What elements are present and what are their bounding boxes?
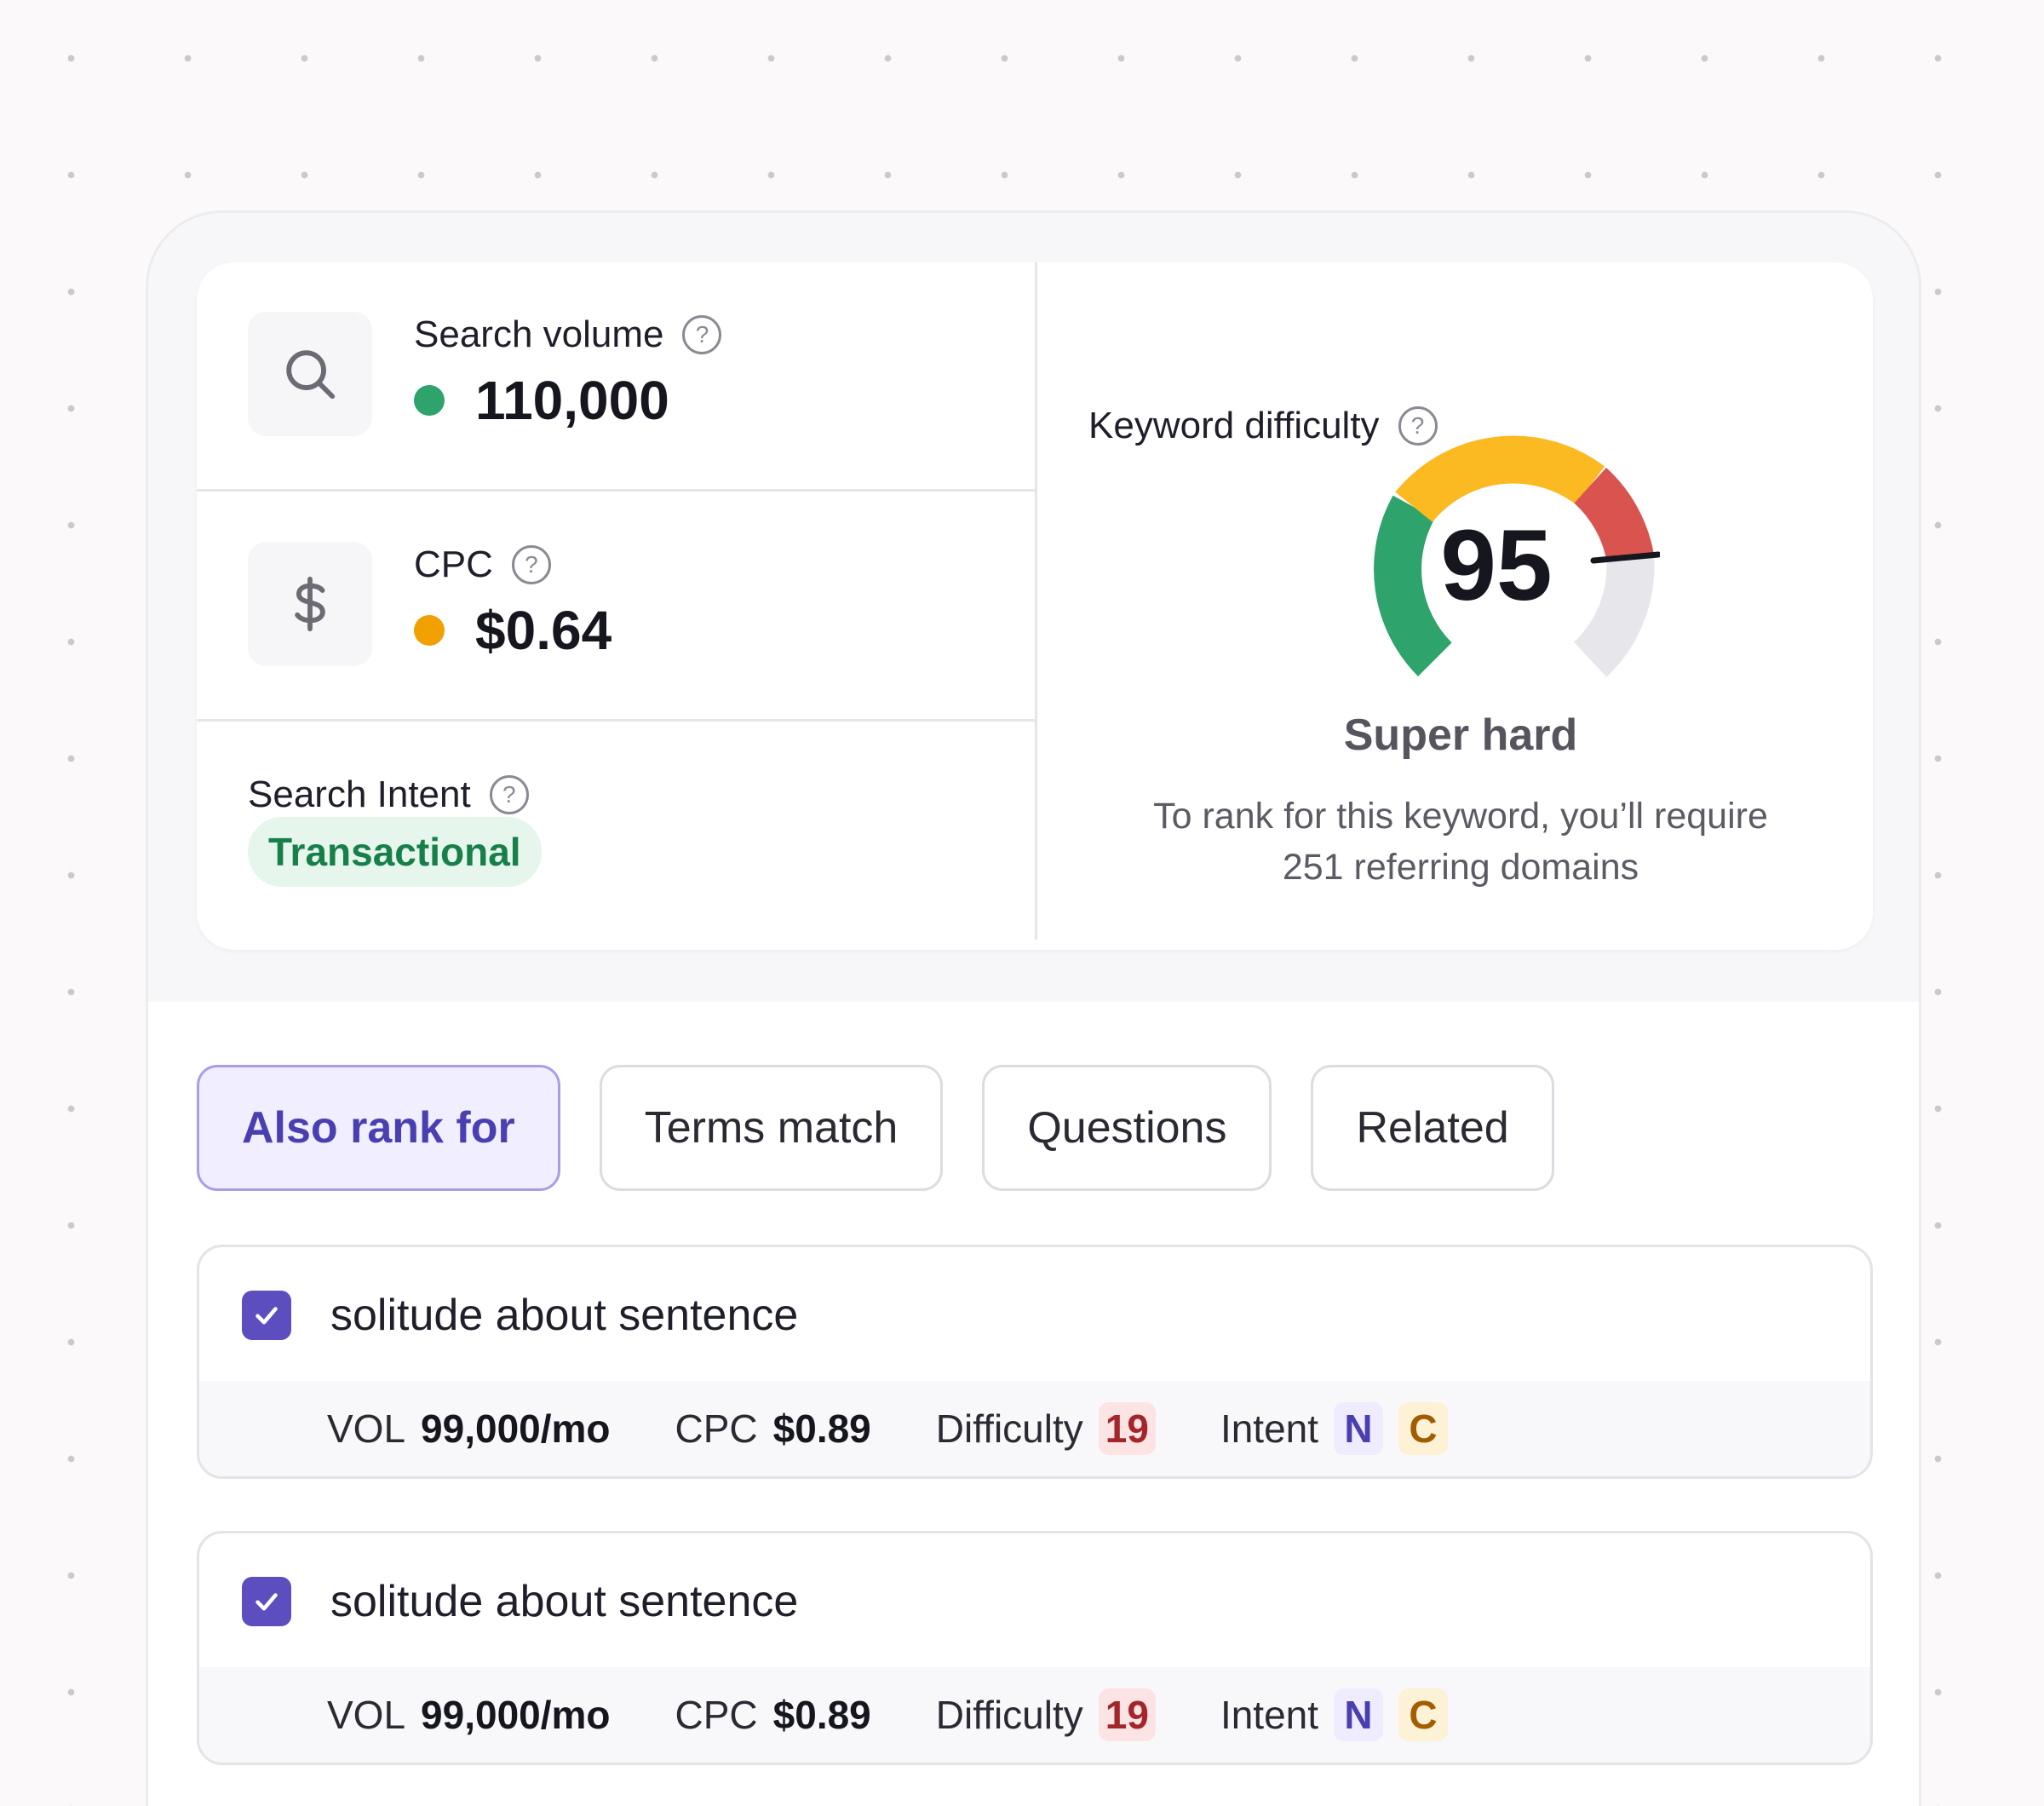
- tab-also-rank-for[interactable]: Also rank for: [197, 1065, 560, 1191]
- search-volume-value: 110,000: [414, 369, 669, 432]
- check-icon: [256, 1593, 278, 1611]
- keyword-difficulty-score: 95: [1440, 509, 1552, 622]
- cpc-help-icon[interactable]: ?: [511, 545, 551, 584]
- keyword-stats: VOL 99,000/mo CPC $0.89 Difficulty 19 Inten…: [199, 1381, 1870, 1476]
- intent-stat: Intent N C: [1220, 1402, 1449, 1455]
- vol-stat: VOL 99,000/mo: [327, 1406, 611, 1451]
- tab-terms-match[interactable]: Terms match: [599, 1065, 944, 1191]
- search-volume-status-dot: [414, 385, 445, 416]
- intent-badge-c: C: [1398, 1402, 1449, 1455]
- gauge-medium-segment: [1395, 435, 1605, 523]
- difficulty-stat: Difficulty 19: [936, 1688, 1156, 1741]
- search-icon: [286, 350, 336, 400]
- divider: [197, 719, 1035, 722]
- cpc-stat: CPC $0.89: [675, 1693, 871, 1737]
- gauge-easy-segment: [1374, 495, 1453, 676]
- keyword-row[interactable]: solitude about sentence VOL 99,000/mo CPC…: [197, 1245, 1873, 1479]
- gauge-track: [1573, 555, 1655, 677]
- search-intent-badge: Transactional: [248, 817, 542, 887]
- keyword-title: solitude about sentence: [330, 1291, 799, 1340]
- search-volume-icon-box: [248, 312, 372, 436]
- vertical-divider: [1035, 262, 1037, 940]
- keyword-checkbox[interactable]: [242, 1577, 291, 1626]
- search-volume-help-icon[interactable]: ?: [682, 315, 722, 354]
- intent-stat: Intent N C: [1220, 1688, 1449, 1741]
- intent-badge-n: N: [1334, 1402, 1384, 1455]
- intent-badge-c: C: [1398, 1688, 1449, 1741]
- cpc-status-dot: [414, 615, 445, 646]
- divider: [197, 489, 1035, 492]
- keyword-difficulty-description: To rank for this keyword, you’ll require…: [1153, 796, 1768, 888]
- keyword-row[interactable]: solitude about sentence VOL 99,000/mo CPC…: [197, 1531, 1873, 1765]
- cpc-label: CPC ?: [414, 544, 551, 586]
- check-icon: [256, 1307, 278, 1325]
- dollar-icon: [295, 576, 325, 632]
- vol-stat: VOL 99,000/mo: [327, 1693, 611, 1737]
- search-volume-label: Search volume ?: [414, 313, 722, 356]
- overview-section: Search volume ? 110,000 CPC ? $0.64 Sear…: [148, 213, 1919, 1002]
- keyword-difficulty-gauge: 95: [1374, 435, 1660, 677]
- tab-questions[interactable]: Questions: [982, 1065, 1272, 1191]
- intent-badge-n: N: [1334, 1688, 1384, 1741]
- gauge-hard-segment: [1573, 468, 1654, 562]
- search-intent-help-icon[interactable]: ?: [489, 775, 529, 814]
- keyword-title: solitude about sentence: [330, 1577, 799, 1626]
- difficulty-stat: Difficulty 19: [936, 1402, 1156, 1455]
- difficulty-badge: 19: [1098, 1402, 1156, 1455]
- keyword-difficulty-level: Super hard: [1343, 710, 1578, 760]
- search-intent-label: Search Intent ?: [248, 774, 529, 816]
- cpc-icon-box: [248, 542, 372, 666]
- keyword-overview-panel: Search volume ? 110,000 CPC ? $0.64 Sear…: [146, 210, 1921, 1806]
- cpc-stat: CPC $0.89: [675, 1406, 871, 1451]
- tab-related[interactable]: Related: [1311, 1065, 1554, 1191]
- difficulty-badge: 19: [1098, 1688, 1156, 1741]
- keyword-stats: VOL 99,000/mo CPC $0.89 Difficulty 19 Inten…: [199, 1667, 1870, 1763]
- keyword-checkbox[interactable]: [242, 1291, 291, 1340]
- cpc-value: $0.64: [414, 599, 611, 662]
- metrics-card: Search volume ? 110,000 CPC ? $0.64 Sear…: [197, 262, 1873, 950]
- keyword-tabs: Also rank for Terms match Questions Rela…: [197, 1065, 1554, 1191]
